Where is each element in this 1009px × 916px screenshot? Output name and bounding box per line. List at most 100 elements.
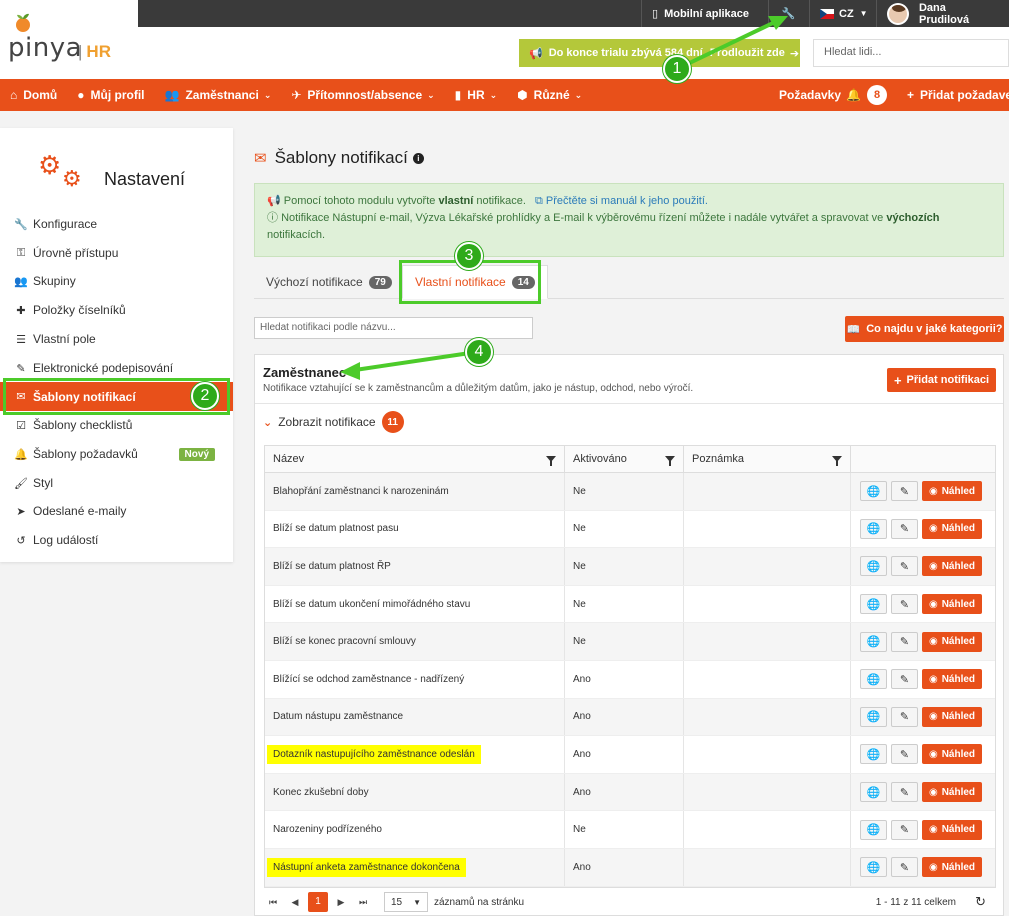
home-icon: ⌂	[10, 88, 18, 102]
translate-globe-button[interactable]: 🌐	[860, 518, 887, 539]
preview-button[interactable]: ◉ Náhled	[922, 594, 982, 615]
trial-extend-link[interactable]: Prodloužit zde	[710, 47, 785, 59]
filter-icon[interactable]	[665, 456, 675, 466]
manual-link[interactable]: Přečtěte si manuál k jeho použití.	[546, 195, 708, 207]
cell-active: Ne	[565, 585, 684, 623]
translate-globe-button[interactable]: 🌐	[860, 556, 887, 577]
show-notifications-toggle[interactable]: ⌄ Zobrazit notifikace 11	[263, 411, 404, 433]
last-page-icon[interactable]: ⏭	[354, 897, 372, 908]
edit-button[interactable]: ✎	[891, 556, 918, 577]
edit-button[interactable]: ✎	[891, 518, 918, 539]
cubes-icon: ⬢	[517, 88, 528, 102]
globe-icon: 🌐	[866, 598, 881, 611]
translate-globe-button[interactable]: 🌐	[860, 631, 887, 652]
main-nav: ⌂ Domů ● Můj profil 👥 Zaměstnanci ⌄ ✈ Přítomn…	[0, 79, 1009, 111]
notification-name: Blíží se datum ukončení mimořádného stav…	[273, 598, 471, 610]
preview-button[interactable]: ◉ Náhled	[922, 744, 982, 765]
edit-button[interactable]: ✎	[891, 669, 918, 690]
eye-icon: ◉	[928, 786, 938, 798]
nav-misc[interactable]: ⬢ Různé ⌄	[507, 79, 592, 111]
sidebar-item-request-templates[interactable]: 🔔 Šablony požadavků Nový	[0, 440, 233, 468]
current-page[interactable]: 1	[308, 892, 328, 912]
edit-button[interactable]: ✎	[891, 706, 918, 727]
sidebar-item-event-log[interactable]: ↺ Log událostí	[0, 526, 233, 554]
translate-globe-button[interactable]: 🌐	[860, 481, 887, 502]
add-notification-button[interactable]: + Přidat notifikaci	[887, 368, 996, 392]
mobile-app-link[interactable]: ▯ Mobilní aplikace	[641, 0, 759, 27]
first-page-icon[interactable]: ⏮	[264, 897, 282, 908]
sidebar-item-codelists[interactable]: ✚ Položky číselníků	[0, 296, 233, 324]
nav-hr[interactable]: ▮ HR ⌄	[445, 79, 508, 111]
sidebar-item-sent-emails[interactable]: ➤ Odeslané e-maily	[0, 497, 233, 525]
notification-name: Konec zkušební doby	[273, 786, 369, 798]
language-selector[interactable]: CZ ▼	[809, 0, 878, 27]
preview-button[interactable]: ◉ Náhled	[922, 706, 982, 727]
preview-button[interactable]: ◉ Náhled	[922, 782, 982, 803]
tab-default-notifications[interactable]: Výchozí notifikace 79	[254, 265, 404, 299]
preview-button[interactable]: ◉ Náhled	[922, 669, 982, 690]
translate-globe-button[interactable]: 🌐	[860, 819, 887, 840]
envelope-icon: ✉	[254, 150, 267, 167]
nav-employees[interactable]: 👥 Zaměstnanci ⌄	[155, 79, 282, 111]
translate-globe-button[interactable]: 🌐	[860, 669, 887, 690]
preview-button[interactable]: ◉ Náhled	[922, 857, 982, 878]
logo[interactable]: pinya | HR	[0, 0, 138, 79]
sidebar-item-groups[interactable]: 👥 Skupiny	[0, 267, 233, 295]
filter-icon[interactable]	[546, 456, 556, 466]
sidebar-item-style[interactable]: 🖌 Styl	[0, 469, 233, 497]
user-menu[interactable]: Dana Prudilová	[876, 0, 1009, 27]
edit-button[interactable]: ✎	[891, 857, 918, 878]
translate-globe-button[interactable]: 🌐	[860, 706, 887, 727]
avatar	[887, 2, 909, 25]
plus-icon: +	[907, 88, 915, 102]
nav-add-request[interactable]: + Přidat požadavek	[897, 79, 1009, 111]
nav-attendance[interactable]: ✈ Přítomnost/absence ⌄	[281, 79, 444, 111]
filter-icon[interactable]	[832, 456, 842, 466]
edit-button[interactable]: ✎	[891, 744, 918, 765]
nav-home[interactable]: ⌂ Domů	[0, 79, 67, 111]
notification-search-input[interactable]: Hledat notifikaci podle názvu...	[254, 317, 533, 339]
preview-button[interactable]: ◉ Náhled	[922, 556, 982, 577]
annotation-number: 4	[465, 338, 493, 366]
sidebar-item-custom-fields[interactable]: ☰ Vlastní pole	[0, 325, 233, 353]
people-search-input[interactable]: Hledat lidi...	[813, 39, 1009, 67]
preview-button[interactable]: ◉ Náhled	[922, 631, 982, 652]
edit-button[interactable]: ✎	[891, 819, 918, 840]
trial-banner[interactable]: 📢 Do konce trialu zbývá 584 dní. Prodlou…	[519, 39, 800, 67]
page-title: ✉ Šablony notifikací i	[254, 148, 424, 168]
edit-button[interactable]: ✎	[891, 481, 918, 502]
translate-globe-button[interactable]: 🌐	[860, 744, 887, 765]
preview-button[interactable]: ◉ Náhled	[922, 481, 982, 502]
sidebar-item-configuration[interactable]: 🔧 Konfigurace	[0, 210, 233, 238]
preview-button[interactable]: ◉ Náhled	[922, 518, 982, 539]
category-help-button[interactable]: 📖 Co najdu v jaké kategorii?	[845, 316, 1004, 342]
preview-button[interactable]: ◉ Náhled	[922, 819, 982, 840]
cell-actions: 🌐 ✎ ◉ Náhled	[851, 661, 995, 698]
settings-wrench-button[interactable]: 🔧	[768, 0, 808, 27]
translate-globe-button[interactable]: 🌐	[860, 594, 887, 615]
translate-globe-button[interactable]: 🌐	[860, 857, 887, 878]
wrench-icon: 🔧	[14, 218, 28, 231]
cell-active: Ano	[565, 736, 684, 773]
arrow-circle-icon: ➔	[789, 47, 800, 60]
cell-note	[684, 848, 851, 886]
edit-button[interactable]: ✎	[891, 594, 918, 615]
next-page-icon[interactable]: ▶	[332, 897, 350, 908]
sidebar-item-checklist-templates[interactable]: ☑ Šablony checklistů	[0, 411, 233, 439]
divider	[255, 403, 1003, 404]
nav-requests[interactable]: Požadavky 🔔 8	[769, 79, 897, 111]
caret-down-icon: ▼	[413, 897, 421, 907]
translate-globe-button[interactable]: 🌐	[860, 782, 887, 803]
edit-button[interactable]: ✎	[891, 631, 918, 652]
edit-button[interactable]: ✎	[891, 782, 918, 803]
refresh-icon[interactable]: ↻	[975, 894, 986, 910]
info-icon[interactable]: i	[412, 152, 424, 164]
prev-page-icon[interactable]: ◀	[286, 897, 304, 908]
eye-icon: ◉	[928, 861, 938, 873]
notification-name: Datum nástupu zaměstnance	[273, 711, 404, 723]
nav-my-profile[interactable]: ● Můj profil	[67, 79, 154, 111]
cell-active: Ano	[565, 698, 684, 736]
per-page-select[interactable]: 15 ▼	[384, 892, 428, 912]
globe-icon: 🌐	[866, 523, 881, 536]
sidebar-item-access-levels[interactable]: ⚿ Úrovně přístupu	[0, 239, 233, 267]
